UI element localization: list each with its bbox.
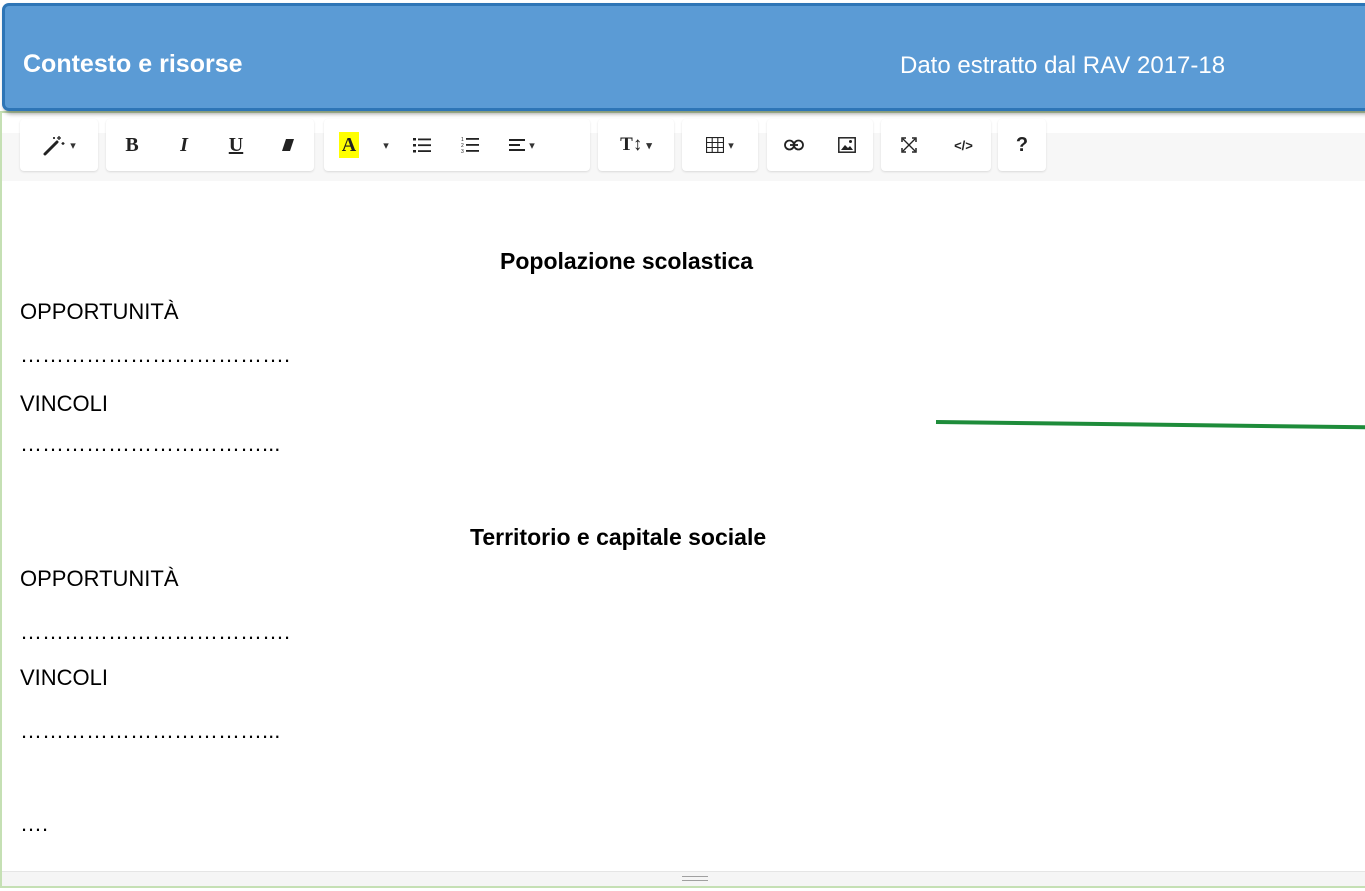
unordered-list-icon — [413, 137, 431, 153]
header-source-note: Dato estratto dal RAV 2017-18 — [900, 52, 1226, 79]
table-dropdown-button[interactable]: ▾ — [682, 119, 758, 171]
align-icon — [509, 138, 526, 152]
bold-button[interactable]: B — [106, 119, 158, 171]
line-height-button[interactable]: T↕ ▾ — [598, 119, 674, 171]
opportunities-placeholder: ………………………………. — [20, 619, 291, 644]
font-color-dropdown-button[interactable]: ▾ — [374, 119, 398, 171]
underline-button[interactable]: U — [210, 119, 262, 171]
editor-toolbar: ▾ B I U A ▾ 1 2 3 ▾ T↕ ▾ ▾ </> ? — [2, 113, 1365, 181]
section-heading-territory: Territorio e capitale sociale — [470, 524, 767, 550]
unordered-list-button[interactable] — [398, 119, 446, 171]
insert-group — [767, 119, 873, 171]
constraints-label: VINCOLI — [20, 391, 109, 416]
header-title: Contesto e risorse — [23, 50, 243, 78]
constraints-placeholder: ……………………………... — [20, 431, 281, 456]
opportunities-label: OPPORTUNITÀ — [20, 566, 179, 591]
help-button[interactable]: ? — [998, 119, 1046, 171]
section-heading-population: Popolazione scolastica — [500, 248, 754, 274]
section-header: Contesto e risorse Dato estratto dal RAV… — [2, 3, 1365, 111]
link-button[interactable] — [767, 119, 820, 171]
eraser-icon — [280, 137, 296, 153]
picture-icon — [837, 137, 856, 153]
annotation-connector-line — [935, 420, 1365, 430]
fullscreen-button[interactable] — [881, 119, 936, 171]
editor-content[interactable]: Popolazione scolastica OPPORTUNITÀ ……………… — [2, 181, 1365, 872]
font-style-group: B I U — [106, 119, 314, 171]
italic-button[interactable]: I — [158, 119, 210, 171]
ordered-list-button[interactable]: 123 — [446, 119, 494, 171]
line-height-label: T↕ — [620, 134, 643, 155]
fullscreen-icon — [900, 137, 917, 153]
style-group: ▾ — [20, 119, 98, 171]
font-color-label: A — [338, 132, 360, 158]
magic-wand-icon — [42, 134, 66, 156]
color-paragraph-group: A ▾ 123 ▾ — [324, 119, 590, 171]
codeview-button[interactable]: </> — [936, 119, 991, 171]
line-height-group: T↕ ▾ — [598, 119, 674, 171]
help-group: ? — [998, 119, 1046, 171]
opportunities-placeholder: ………………………………. — [20, 342, 291, 367]
opportunities-label: OPPORTUNITÀ — [20, 299, 179, 324]
codeview-icon: </> — [954, 137, 973, 153]
svg-text:3: 3 — [461, 149, 464, 154]
picture-button[interactable] — [820, 119, 873, 171]
link-icon — [783, 139, 804, 151]
font-color-button[interactable]: A — [324, 119, 374, 171]
constraints-placeholder: ……………………………... — [20, 718, 281, 743]
align-dropdown-button[interactable]: ▾ — [494, 119, 550, 171]
ordered-list-icon: 123 — [461, 136, 479, 154]
clear-format-button[interactable] — [262, 119, 314, 171]
table-icon — [706, 137, 725, 153]
trailing-ellipsis: …. — [20, 811, 49, 836]
view-group: </> — [881, 119, 991, 171]
editor-resize-bar[interactable] — [2, 871, 1365, 886]
style-dropdown-button[interactable]: ▾ — [20, 119, 98, 171]
table-group: ▾ — [682, 119, 758, 171]
constraints-label: VINCOLI — [20, 665, 109, 690]
resize-grip-icon[interactable] — [682, 876, 708, 881]
rich-text-editor: ▾ B I U A ▾ 1 2 3 ▾ T↕ ▾ ▾ </> ? Popolaz… — [0, 111, 1365, 888]
